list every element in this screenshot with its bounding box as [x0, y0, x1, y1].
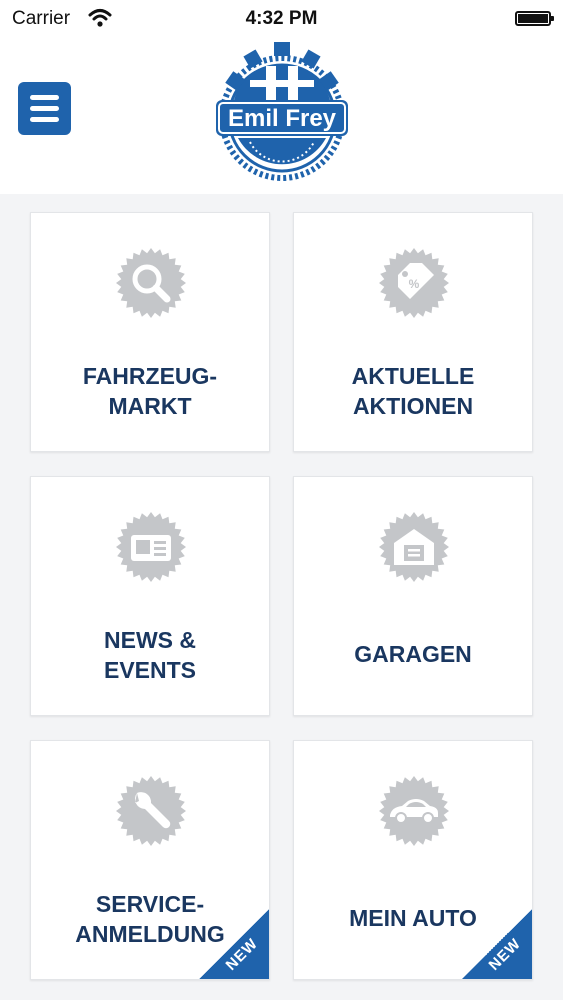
- hamburger-menu-icon-bar: [30, 106, 59, 111]
- menu-grid: FAHRZEUG- MARKT % AKTUELLE AKTIONEN NEWS…: [0, 194, 563, 1000]
- search-icon: [116, 248, 186, 318]
- tile-label: AKTUELLE AKTIONEN: [304, 361, 522, 421]
- emil-frey-logo: Emil Frey: [216, 42, 348, 181]
- tile-label-line: MARKT: [108, 393, 192, 419]
- tile-label-line: GARAGEN: [354, 641, 472, 667]
- tile-aktuelle-aktionen[interactable]: % AKTUELLE AKTIONEN: [293, 212, 533, 452]
- percent-glyph: %: [409, 277, 420, 291]
- tile-mein-auto[interactable]: MEIN AUTO NEW: [293, 740, 533, 980]
- tile-label: FAHRZEUG- MARKT: [41, 361, 259, 421]
- status-bar: Carrier 4:32 PM: [0, 0, 563, 38]
- tile-label-line: FAHRZEUG-: [82, 363, 218, 389]
- wrench-icon: [116, 776, 186, 846]
- tile-label-line: AKTUELLE: [351, 363, 475, 389]
- tile-label: GARAGEN: [304, 639, 522, 669]
- price-tag-icon: %: [379, 248, 449, 318]
- tile-garagen[interactable]: GARAGEN: [293, 476, 533, 716]
- tile-service-anmeldung[interactable]: SERVICE- ANMELDUNG NEW: [30, 740, 270, 980]
- car-icon: [379, 776, 449, 846]
- brand-name: Emil Frey: [228, 105, 337, 132]
- tile-label-line: AKTIONEN: [352, 393, 474, 419]
- garage-icon: [379, 512, 449, 582]
- hamburger-menu-icon-bar: [30, 117, 59, 122]
- tile-fahrzeugmarkt[interactable]: FAHRZEUG- MARKT: [30, 212, 270, 452]
- tile-news-events[interactable]: NEWS & EVENTS: [30, 476, 270, 716]
- hamburger-menu-icon: [30, 95, 59, 100]
- menu-button[interactable]: [18, 82, 71, 135]
- tile-label-line: EVENTS: [103, 657, 197, 683]
- newspaper-icon: [116, 512, 186, 582]
- app-header: Emil Frey: [0, 38, 563, 194]
- tile-label: NEWS & EVENTS: [41, 625, 259, 685]
- tile-label-line: NEWS &: [104, 627, 196, 653]
- status-time: 4:32 PM: [245, 8, 318, 29]
- battery-icon: [515, 11, 554, 26]
